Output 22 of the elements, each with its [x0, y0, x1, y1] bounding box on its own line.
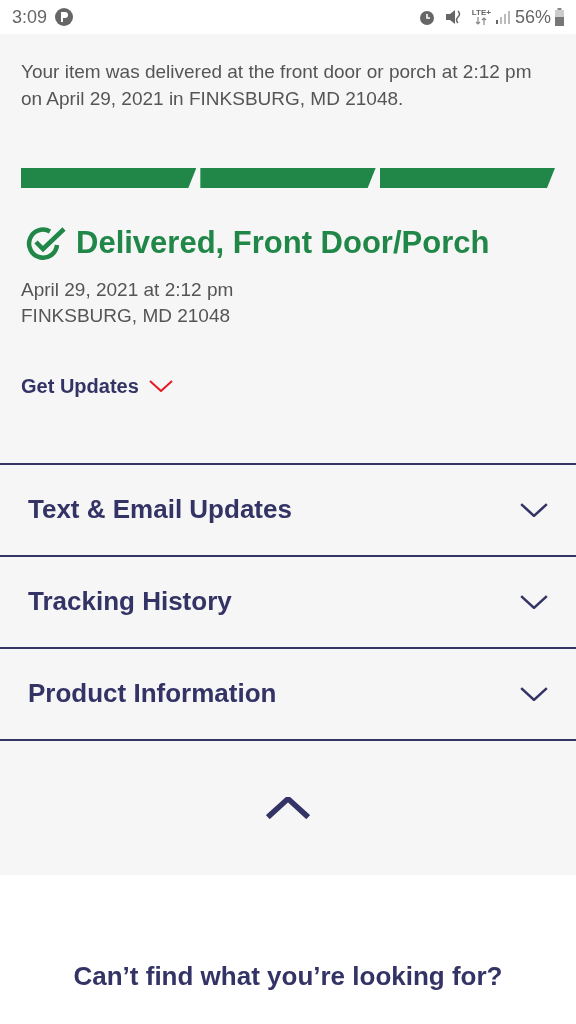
delivery-message: Your item was delivered at the front door or porch at 2:12 pm on April 29, 2021 in FINKSBURG, MD 21048. [20, 60, 533, 111]
accordion-header[interactable]: Tracking History [0, 556, 576, 649]
chevron-up-icon [266, 796, 310, 819]
get-updates-link[interactable]: Get Updates [21, 370, 173, 401]
accordion-header[interactable]: Product Information [0, 648, 576, 741]
chevron-down-icon [520, 686, 548, 701]
battery-percent: 56% [514, 5, 551, 29]
status-title: Delivered, Front Door/Porch [76, 224, 490, 262]
clock: 3:09 [12, 5, 48, 29]
accordion-header[interactable]: Text & Email Updates [0, 464, 576, 557]
chevron-down-icon [520, 594, 548, 609]
battery-icon [555, 8, 564, 26]
chevron-down-icon [520, 502, 548, 517]
chevron-down-icon [148, 379, 173, 392]
alarm-icon [417, 8, 436, 26]
status-location: FINKSBURG, MD 21048 [20, 303, 232, 328]
help-heading: Can’t find what you’re looking for? [73, 959, 503, 993]
check-circle-icon [26, 225, 68, 262]
network-label: LTE+ [471, 9, 491, 17]
signal-icon [494, 9, 511, 25]
status-date: April 29, 2021 at 2:12 pm [20, 277, 235, 302]
data-arrows-icon [475, 17, 488, 25]
